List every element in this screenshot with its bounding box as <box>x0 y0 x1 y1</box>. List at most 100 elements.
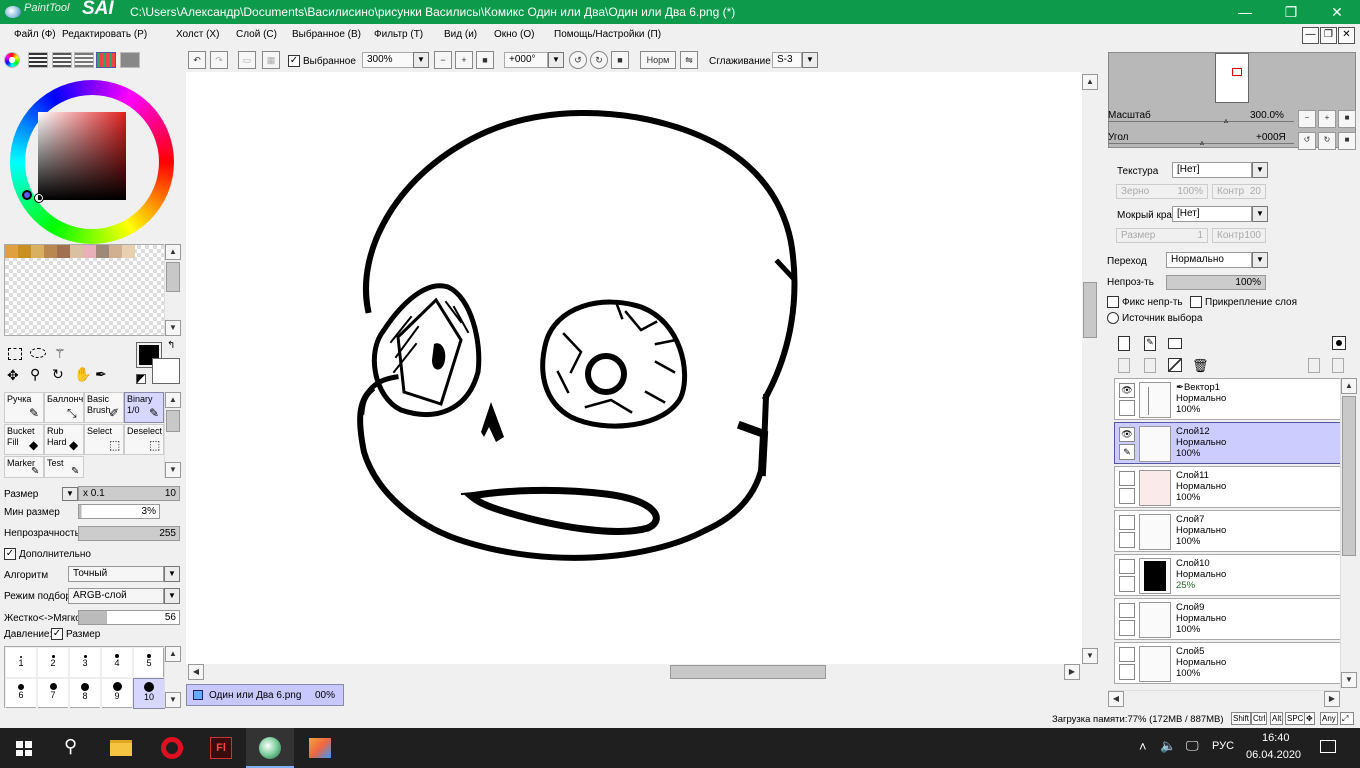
swatches-tab-icon[interactable] <box>96 52 116 68</box>
rotate-reset-button[interactable]: ■ <box>611 51 629 69</box>
zoom-dropdown-arrow-icon[interactable]: ▼ <box>413 52 429 68</box>
brush-preset[interactable]: 8 <box>69 678 101 709</box>
fix-opacity-checkbox[interactable] <box>1107 296 1119 308</box>
clock-time[interactable]: 16:40 <box>1262 732 1290 744</box>
minimize-button[interactable]: — <box>1222 0 1268 24</box>
size-slider[interactable]: x 0.1 10 <box>78 486 180 501</box>
zoom-reset-button[interactable]: ■ <box>476 51 494 69</box>
rect-select-tool-icon[interactable] <box>8 348 22 360</box>
color-wheel-tab-icon[interactable] <box>4 52 20 68</box>
scroll-up-icon[interactable]: ▲ <box>1341 378 1357 394</box>
hue-marker-icon[interactable] <box>22 190 32 200</box>
layer-item[interactable]: Слой5 Нормально 100% <box>1114 642 1342 684</box>
tool-test[interactable]: Test ✎ <box>44 456 84 478</box>
slider-caret-icon[interactable]: ▵ <box>1200 138 1204 147</box>
smoothing-dropdown-arrow-icon[interactable]: ▼ <box>802 52 818 68</box>
angle-dropdown-arrow-icon[interactable]: ▼ <box>548 52 564 68</box>
selection-checkbox[interactable]: ✓ <box>288 55 300 67</box>
swatch[interactable] <box>122 245 135 258</box>
tool-airbrush[interactable]: Баллонч ⤡ <box>44 392 84 423</box>
nav-rotate-reset-button[interactable]: ■ <box>1338 132 1356 150</box>
presets-scrollbar[interactable]: ▲ ▼ <box>164 646 181 708</box>
scroll-thumb[interactable] <box>1083 282 1097 338</box>
tool-rub-hard[interactable]: Rub Hard ◆ <box>44 424 84 455</box>
network-icon[interactable]: 🖵 <box>1186 738 1199 754</box>
menu-selection[interactable]: Выбранное (В) <box>292 29 361 40</box>
taskbar-file-explorer[interactable] <box>98 728 146 768</box>
visibility-toggle[interactable] <box>1119 515 1135 530</box>
menu-window[interactable]: Окно (О) <box>494 29 534 40</box>
rotate-right-button[interactable]: ↻ <box>590 51 608 69</box>
sv-marker-icon[interactable] <box>34 193 44 203</box>
tool-pen[interactable]: Ручка ✎ <box>4 392 44 423</box>
scroll-down-icon[interactable]: ▼ <box>165 462 181 478</box>
nav-rotate-left-button[interactable]: ↺ <box>1298 132 1316 150</box>
rotate-left-button[interactable]: ↺ <box>569 51 587 69</box>
lasso-tool-icon[interactable] <box>30 348 46 358</box>
taskbar-flash[interactable]: Fl <box>198 728 246 768</box>
menu-help[interactable]: Помощь/Настройки (П) <box>554 29 661 40</box>
algorithm-select[interactable]: Точный <box>68 566 164 582</box>
advanced-checkbox[interactable]: ✓ <box>4 548 16 560</box>
layer-item[interactable]: Слой7 Нормально 100% <box>1114 510 1342 552</box>
scroll-down-icon[interactable]: ▼ <box>165 320 181 336</box>
slider-caret-icon[interactable]: ▵ <box>1224 116 1228 125</box>
scroll-down-icon[interactable]: ▼ <box>1341 672 1357 688</box>
wet-edge-select[interactable]: [Нет] <box>1172 206 1252 222</box>
delete-layer-icon[interactable]: 🗑 <box>1192 358 1209 374</box>
layer-item[interactable]: Слой11 Нормально 100% <box>1114 466 1342 508</box>
nav-zoom-out-button[interactable]: − <box>1298 110 1316 128</box>
nav-zoom-reset-button[interactable]: ■ <box>1338 110 1356 128</box>
drawing-canvas[interactable] <box>186 72 1082 664</box>
mdi-minimize-button[interactable]: — <box>1302 27 1319 44</box>
redo-button[interactable]: ↷ <box>210 51 228 69</box>
size-multiplier-dropdown-icon[interactable]: ▼ <box>62 487 78 501</box>
zoom-out-button[interactable]: − <box>434 51 452 69</box>
layer-lock-slot[interactable] <box>1119 488 1135 504</box>
scroll-down-icon[interactable]: ▼ <box>1082 648 1098 664</box>
clear-layer-icon[interactable] <box>1168 358 1182 372</box>
swatch[interactable] <box>96 245 109 258</box>
swatch-scrollbar[interactable]: ▲ ▼ <box>164 244 181 336</box>
tool-marker[interactable]: Marker ✎ <box>4 456 44 478</box>
hardness-slider[interactable]: 56 <box>78 610 180 625</box>
blend-mode-select[interactable]: Нормально <box>1166 252 1252 268</box>
reset-colors-icon[interactable] <box>136 374 146 384</box>
algorithm-dropdown-arrow-icon[interactable]: ▼ <box>164 566 180 582</box>
scroll-down-icon[interactable]: ▼ <box>165 692 181 708</box>
selection-source-radio[interactable] <box>1107 312 1119 324</box>
invert-selection-button[interactable]: ▦ <box>262 51 280 69</box>
zoom-in-button[interactable]: + <box>455 51 473 69</box>
layer-lock-slot[interactable] <box>1119 620 1135 636</box>
scroll-left-icon[interactable]: ◀ <box>188 664 204 680</box>
wet-edge-dropdown-arrow-icon[interactable]: ▼ <box>1252 206 1268 222</box>
swatch[interactable] <box>70 245 83 258</box>
scroll-up-icon[interactable]: ▲ <box>165 392 181 408</box>
brush-preset[interactable]: 4 <box>101 647 133 678</box>
zoom-tool-icon[interactable]: ⚲ <box>30 366 40 383</box>
copy-layer-icon[interactable] <box>1118 358 1130 373</box>
layer-opacity-slider[interactable]: 100% <box>1166 275 1266 290</box>
deselect-toolbar-button[interactable]: ▭ <box>238 51 256 69</box>
tool-select[interactable]: Select ⬚ <box>84 424 124 455</box>
opacity-slider[interactable]: 255 <box>78 526 180 541</box>
taskbar-opera[interactable] <box>148 728 196 768</box>
sampling-dropdown-arrow-icon[interactable]: ▼ <box>164 588 180 604</box>
nav-zoom-in-button[interactable]: + <box>1318 110 1336 128</box>
menu-view[interactable]: Вид (и) <box>444 29 477 40</box>
angle-slider[interactable]: ▵ <box>1108 130 1294 147</box>
menu-filter[interactable]: Фильтр (Т) <box>374 29 423 40</box>
visibility-toggle[interactable] <box>1119 471 1135 486</box>
tool-basic-brush[interactable]: Basic Brush ✐ <box>84 392 124 423</box>
scroll-thumb[interactable] <box>670 665 826 679</box>
scroll-thumb[interactable] <box>1342 396 1356 556</box>
swatch[interactable] <box>5 245 18 258</box>
layer-item[interactable]: Слой10 Нормально 25% <box>1114 554 1342 596</box>
volume-icon[interactable]: 🔈 <box>1160 738 1176 754</box>
layer-lock-slot[interactable] <box>1119 576 1135 592</box>
saturation-value-square[interactable] <box>34 112 126 203</box>
normal-view-button[interactable]: Норм <box>640 51 676 69</box>
canvas-vertical-scrollbar[interactable]: ▲ ▼ <box>1082 72 1098 664</box>
rgb-slider-tab-icon[interactable] <box>28 52 48 68</box>
brush-preset[interactable]: 7 <box>37 678 69 709</box>
